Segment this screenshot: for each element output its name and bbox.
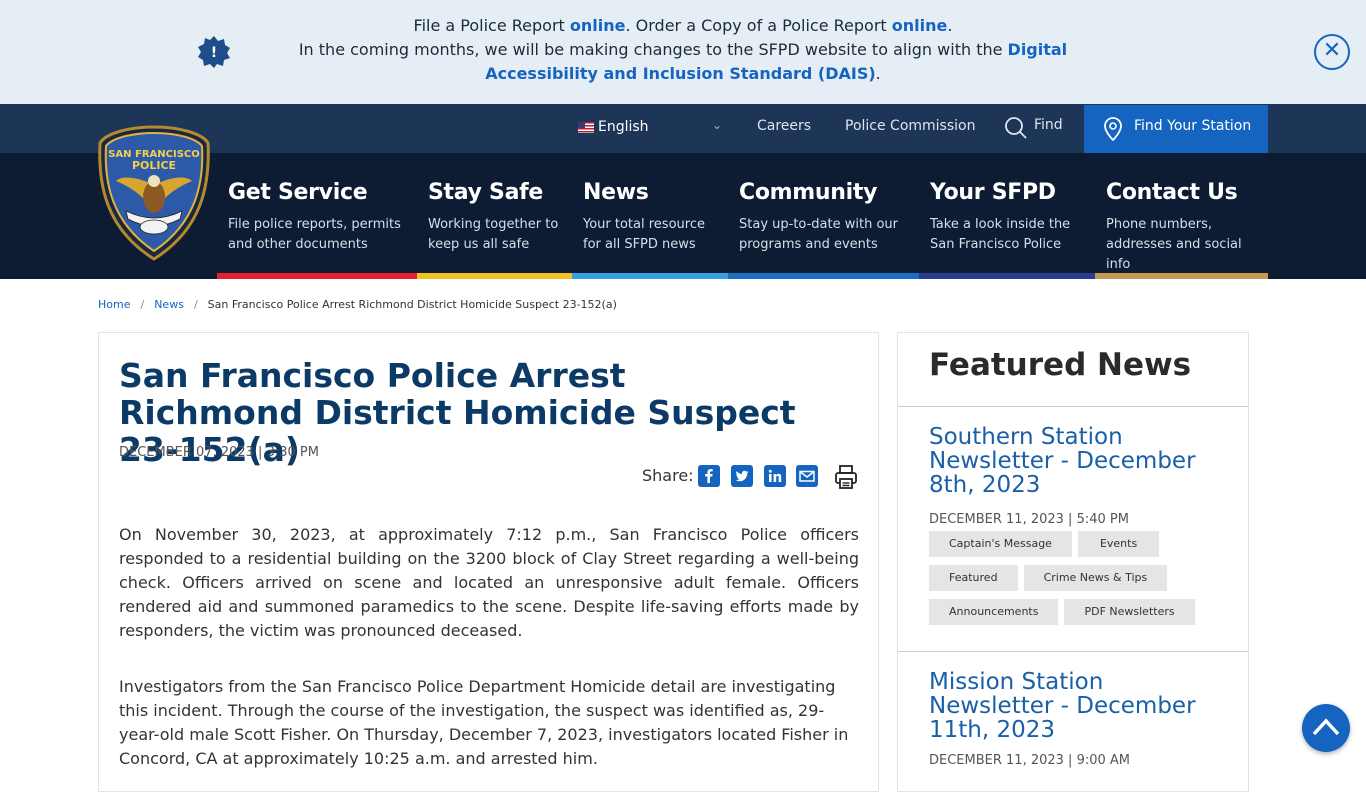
article-paragraph: On November 30, 2023, at approximately 7… [119,525,859,640]
tag[interactable]: Featured [929,565,1018,591]
facebook-icon[interactable] [698,465,720,487]
alert-banner: ! File a Police Report online. Order a C… [0,0,1366,104]
breadcrumb-news[interactable]: News [154,298,184,311]
breadcrumb: Home / News / San Francisco Police Arrest Ri… [98,298,617,311]
article-paragraph: Investigators from the San Francisco Pol… [119,677,849,768]
nav-stay-safe[interactable]: Stay Safe Working together to keep us all… [417,153,572,279]
featured-post-title[interactable]: Southern Station Newsletter - December 8… [929,425,1219,497]
featured-post-title[interactable]: Mission Station Newsletter - December 11… [929,670,1219,742]
tag[interactable]: Captain's Message [929,531,1072,557]
linkedin-icon[interactable] [764,465,786,487]
svg-text:!: ! [211,45,217,61]
svg-text:POLICE: POLICE [132,159,176,172]
article-date: DECEMBER 07, 2023 | 3:30 PM [119,445,319,460]
report-online-link[interactable]: online [570,16,626,35]
twitter-icon[interactable] [731,465,753,487]
featured-post: Mission Station Newsletter - December 11… [929,670,1219,768]
article-card: San Francisco Police Arrest Richmond Dis… [98,332,879,792]
nav-your-sfpd[interactable]: Your SFPD Take a look inside the San Fran… [919,153,1095,279]
featured-post-date: DECEMBER 11, 2023 | 5:40 PM [929,512,1129,527]
featured-news-sidebar: Featured News Southern Station Newslette… [897,332,1249,792]
tag[interactable]: Crime News & Tips [1023,565,1168,591]
find-button[interactable]: Find [1004,116,1063,140]
featured-post-date: DECEMBER 11, 2023 | 9:00 AM [929,753,1130,768]
search-icon [1005,117,1027,139]
chevron-up-icon [1312,718,1340,736]
tag[interactable]: PDF Newsletters [1064,599,1195,625]
nav-color-bar [572,273,728,279]
share-label: Share: [642,466,694,485]
us-flag-icon [578,121,594,133]
featured-post: Southern Station Newsletter - December 8… [929,425,1219,633]
chevron-down-icon: ⌄ [712,118,723,132]
back-to-top-button[interactable] [1302,704,1350,752]
copy-report-online-link[interactable]: online [892,16,948,35]
careers-link[interactable]: Careers [757,118,811,134]
find-your-station-button[interactable]: Find Your Station [1084,105,1268,153]
breadcrumb-home[interactable]: Home [98,298,130,311]
tag[interactable]: Events [1077,531,1160,557]
language-selector[interactable]: English ⌄ [578,118,728,141]
featured-news-header: Featured News [898,333,1248,407]
nav-color-bar [728,273,919,279]
map-pin-icon [1104,117,1122,141]
sfpd-badge-logo[interactable]: SAN FRANCISCO POLICE [98,125,210,261]
email-icon[interactable] [796,465,818,487]
nav-get-service[interactable]: Get Service File police reports, permits… [217,153,417,279]
featured-news-heading: Featured News [929,347,1192,383]
nav-color-bar [217,273,417,279]
tag[interactable]: Announcements [929,599,1059,625]
alert-message: File a Police Report online. Order a Cop… [298,16,1068,83]
alert-badge-icon: ! [198,36,230,68]
police-commission-link[interactable]: Police Commission [845,118,975,134]
nav-community[interactable]: Community Stay up-to-date with our progra… [728,153,919,279]
print-icon[interactable] [834,464,858,490]
nav-color-bar [1095,273,1268,279]
nav-contact-us[interactable]: Contact Us Phone numbers, addresses and s… [1095,153,1268,279]
nav-news[interactable]: News Your total resource for all SFPD new… [572,153,728,279]
divider [898,651,1248,652]
close-icon[interactable]: ✕ [1314,34,1350,70]
tag-list: Captain's Message Events Featured Crime New… [929,531,1229,633]
breadcrumb-current: San Francisco Police Arrest Richmond Dis… [207,298,617,311]
nav-color-bar [919,273,1095,279]
nav-color-bar [417,273,572,279]
